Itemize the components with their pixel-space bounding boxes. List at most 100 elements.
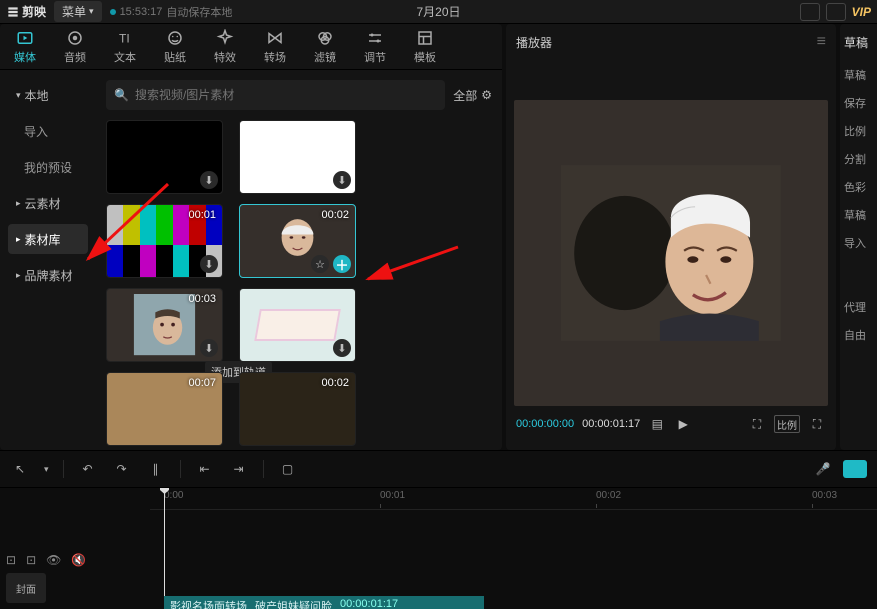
thumb-room[interactable]: 00:07 [106, 372, 223, 446]
tab-media[interactable]: 媒体 [0, 24, 50, 70]
svg-text:TI: TI [119, 31, 130, 45]
filter-icon [316, 29, 334, 47]
search-input[interactable] [135, 88, 437, 102]
download-icon[interactable]: ⬇ [200, 255, 218, 273]
sidebar-local[interactable]: ▾本地 [8, 80, 88, 110]
split-tool[interactable]: ∥ [146, 459, 166, 479]
thumb-black[interactable]: ⬇ [106, 120, 223, 194]
tab-adjust[interactable]: 调节 [350, 24, 400, 70]
tab-template[interactable]: 模板 [400, 24, 450, 70]
tab-filter[interactable]: 滤镜 [300, 24, 350, 70]
tab-text[interactable]: TI 文本 [100, 24, 150, 70]
trim-left-tool[interactable]: ⇤ [195, 459, 215, 479]
download-icon[interactable]: ⬇ [333, 339, 351, 357]
trim-right-tool[interactable]: ⇥ [229, 459, 249, 479]
titlebar: 剪映 菜单 ▾ 15:53:17 自动保存本地 7月20日 VIP [0, 0, 877, 24]
add-to-track-button[interactable]: ＋ [333, 255, 351, 273]
safe-zone-icon[interactable]: ⛶ [748, 415, 766, 433]
clip-subtitle: 破产姐妹疑问脸 [255, 598, 332, 609]
right-header: 草稿 [844, 34, 873, 51]
tab-fx[interactable]: 特效 [200, 24, 250, 70]
thumb-colorbars[interactable]: 00:01 ⬇ [106, 204, 223, 278]
crop-tool[interactable]: ▢ [278, 459, 298, 479]
vip-badge[interactable]: VIP [852, 5, 871, 19]
thumb-white[interactable]: ⬇ [239, 120, 356, 194]
play-button[interactable]: ▶ [674, 415, 692, 433]
pointer-tool[interactable]: ↖ [10, 459, 30, 479]
filter-icon: ⚙ [481, 88, 492, 102]
player-panel: 播放器 ≡ 00:00:00:0 [506, 24, 836, 450]
search-box[interactable]: 🔍 [106, 80, 445, 110]
player-viewport[interactable] [514, 100, 828, 406]
player-menu-icon[interactable]: ≡ [817, 33, 826, 51]
download-icon[interactable]: ⬇ [200, 339, 218, 357]
chevron-right-icon: ▸ [16, 234, 21, 245]
sidebar-import[interactable]: 导入 [8, 116, 88, 146]
fx-icon [216, 29, 234, 47]
mute-icon[interactable]: 🔇 [71, 553, 86, 567]
timecode-total: 00:00:01:17 [582, 418, 640, 430]
thumb-face-2[interactable]: 00:03 ⬇ 添加到轨道 [106, 288, 223, 362]
timeline-toolbar: ↖ ▾ ↶ ↷ ∥ ⇤ ⇥ ▢ 🎤 [0, 450, 877, 488]
menu-button[interactable]: 菜单 ▾ [54, 1, 102, 22]
fullscreen-icon[interactable]: ⛶ [808, 415, 826, 433]
zoom-chip[interactable] [843, 460, 867, 478]
player-controls: 00:00:00:00 00:00:01:17 ▤ ▶ ⛶ 比例 ⛶ [514, 406, 828, 442]
player-title: 播放器 [516, 34, 552, 51]
eye-icon[interactable]: 👁 [46, 553, 61, 567]
thumb-face-hover[interactable]: 00:02 ☆ ＋ [239, 204, 356, 278]
sidebar-presets[interactable]: 我的预设 [8, 152, 88, 182]
media-sidebar: ▾本地 导入 我的预设 ▸云素材 ▸素材库 ▸品牌素材 [0, 70, 96, 450]
chevron-down-icon: ▾ [16, 90, 21, 101]
app-logo: 剪映 [6, 3, 46, 20]
time-ruler[interactable]: 0:00 00:01 00:02 00:03 [150, 490, 877, 510]
right-item[interactable]: 草稿 [844, 207, 873, 223]
right-item[interactable]: 色彩 [844, 179, 873, 195]
media-grid: ⬇ ⬇ 00:01 ⬇ 00:02 [106, 120, 492, 450]
thumb-duration: 00:02 [321, 209, 349, 221]
video-clip[interactable]: 影视名场面转场 破产姐妹疑问脸 00:00:01:17 [164, 596, 484, 609]
right-item[interactable]: 导入 [844, 235, 873, 251]
sidebar-library[interactable]: ▸素材库 [8, 224, 88, 254]
right-item[interactable]: 分割 [844, 151, 873, 167]
cover-button[interactable]: 封面 [6, 573, 46, 603]
tab-audio[interactable]: 音频 [50, 24, 100, 70]
chevron-right-icon: ▸ [16, 198, 21, 209]
track-buttons: ⊡ ⊡ 👁 🔇 [6, 553, 144, 567]
mic-icon[interactable]: 🎤 [813, 459, 833, 479]
right-item[interactable]: 比例 [844, 123, 873, 139]
right-item[interactable]: 代理 [844, 299, 873, 315]
favorite-icon[interactable]: ☆ [311, 255, 329, 273]
redo-button[interactable]: ↷ [112, 459, 132, 479]
transition-icon [266, 29, 284, 47]
filter-all-button[interactable]: 全部 ⚙ [453, 87, 492, 104]
timeline: ⊡ ⊡ 👁 🔇 封面 0:00 00:01 00:02 00:03 影视名场面转… [0, 488, 877, 609]
lock-icon[interactable]: ⊡ [6, 553, 16, 567]
download-icon[interactable]: ⬇ [200, 171, 218, 189]
layout-button-2[interactable] [826, 3, 846, 21]
sidebar-cloud[interactable]: ▸云素材 [8, 188, 88, 218]
thumb-duration: 00:02 [321, 377, 349, 389]
visible-icon[interactable]: ⊡ [26, 553, 36, 567]
project-title: 7月20日 [416, 3, 460, 20]
thumb-crowd[interactable]: 00:02 [239, 372, 356, 446]
thumb-duration: 00:01 [188, 209, 216, 221]
right-item[interactable]: 保存 [844, 95, 873, 111]
undo-button[interactable]: ↶ [78, 459, 98, 479]
player-list-icon[interactable]: ▤ [648, 415, 666, 433]
right-item[interactable]: 草稿 [844, 67, 873, 83]
right-item[interactable]: 自由 [844, 327, 873, 343]
tab-transition[interactable]: 转场 [250, 24, 300, 70]
autosave-status: 15:53:17 自动保存本地 [110, 4, 233, 20]
sidebar-brand[interactable]: ▸品牌素材 [8, 260, 88, 290]
download-icon[interactable]: ⬇ [333, 171, 351, 189]
thumb-decorative[interactable]: ⬇ [239, 288, 356, 362]
tab-sticker[interactable]: 贴纸 [150, 24, 200, 70]
layout-button-1[interactable] [800, 3, 820, 21]
ratio-button[interactable]: 比例 [774, 415, 800, 433]
adjust-icon [366, 29, 384, 47]
chevron-down-icon: ▾ [44, 464, 49, 475]
top-tabbar: 媒体 音频 TI 文本 贴纸 特效 转场 [0, 24, 502, 70]
status-dot-icon [110, 9, 116, 15]
playhead[interactable] [164, 488, 165, 609]
